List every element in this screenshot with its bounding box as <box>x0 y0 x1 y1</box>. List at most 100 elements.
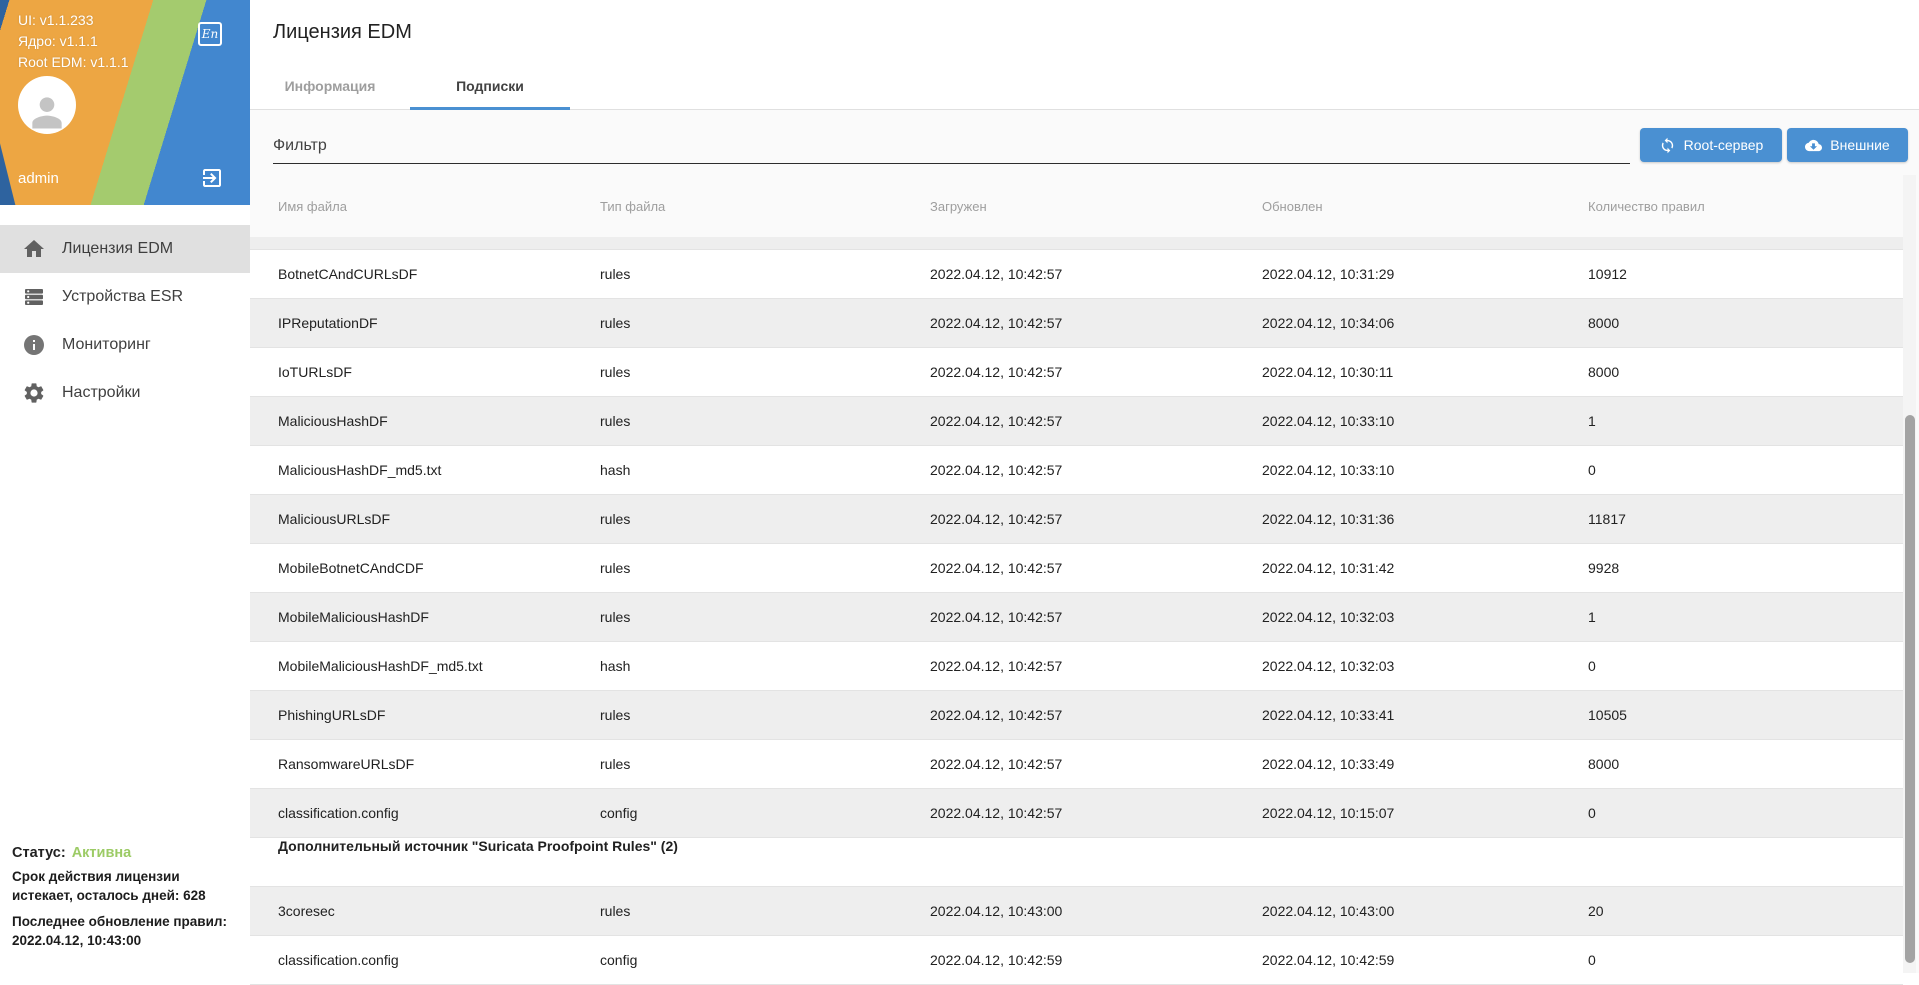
cell-type: hash <box>600 462 930 478</box>
ui-version: UI: v1.1.233 <box>18 10 129 31</box>
cell-loaded: 2022.04.12, 10:42:57 <box>930 609 1262 625</box>
cell-name: MobileBotnetCAndCDF <box>250 560 600 576</box>
cell-loaded: 2022.04.12, 10:42:57 <box>930 413 1262 429</box>
table-row[interactable]: MaliciousHashDF_md5.txthash 2022.04.12, 1… <box>250 446 1903 495</box>
status-line: Статус: Активна <box>12 845 230 861</box>
cell-updated: 2022.04.12, 10:32:03 <box>1262 658 1588 674</box>
version-info: UI: v1.1.233 Ядро: v1.1.1 Root EDM: v1.1… <box>18 10 129 73</box>
cell-name: MobileMaliciousHashDF_md5.txt <box>250 658 600 674</box>
top-bar: Лицензия EDM Информация Подписки <box>250 0 1919 110</box>
table-row[interactable]: PhishingURLsDFrules2022.04.12, 10:42:572… <box>250 691 1903 740</box>
cell-type: rules <box>600 266 930 282</box>
logout-icon <box>200 166 224 190</box>
external-button[interactable]: Внешние <box>1787 128 1908 162</box>
cell-type: config <box>600 805 930 821</box>
cell-count: 20 <box>1588 903 1903 919</box>
sidebar-item-license-edm[interactable]: Лицензия EDM <box>0 225 250 273</box>
cell-updated: 2022.04.12, 10:33:10 <box>1262 462 1588 478</box>
cell-name: MaliciousHashDF_md5.txt <box>250 462 600 478</box>
cell-count: 10912 <box>1588 266 1903 282</box>
cell-count: 0 <box>1588 462 1903 478</box>
language-switch-icon[interactable]: En <box>198 22 222 46</box>
cell-updated: 2022.04.12, 10:33:49 <box>1262 756 1588 772</box>
table-row[interactable]: MobileBotnetCAndCDFrules2022.04.12, 10:4… <box>250 544 1903 593</box>
table-row[interactable]: MobileMaliciousHashDF_md5.txthash 2022.04… <box>250 642 1903 691</box>
sidebar-item-monitoring[interactable]: Мониторинг <box>0 321 250 369</box>
table-row[interactable]: MaliciousHashDFrules2022.04.12, 10:42:57… <box>250 397 1903 446</box>
table-row[interactable]: classification.configconfig2022.04.12, 1… <box>250 789 1903 838</box>
logout-button[interactable] <box>200 166 224 190</box>
root-server-button[interactable]: Root-сервер <box>1640 128 1782 162</box>
cell-name: MaliciousHashDF <box>250 413 600 429</box>
core-version: Ядро: v1.1.1 <box>18 31 129 52</box>
table-row[interactable]: classification.configconfig2022.04.12, 1… <box>250 936 1903 985</box>
sidebar: UI: v1.1.233 Ядро: v1.1.1 Root EDM: v1.1… <box>0 0 250 973</box>
table-row[interactable]: RansomwareURLsDFrules2022.04.12, 10:42:5… <box>250 740 1903 789</box>
table-row[interactable]: IoTURLsDFrules2022.04.12, 10:42:572022.0… <box>250 348 1903 397</box>
tabs: Информация Подписки <box>250 62 570 110</box>
cell-updated: 2022.04.12, 10:43:00 <box>1262 903 1588 919</box>
sidebar-item-devices-esr[interactable]: Устройства ESR <box>0 273 250 321</box>
table-row[interactable]: IPReputationDFrules2022.04.12, 10:42:572… <box>250 299 1903 348</box>
cell-name: MobileMaliciousHashDF <box>250 609 600 625</box>
status-label: Статус: <box>12 845 66 861</box>
cell-loaded: 2022.04.12, 10:42:57 <box>930 560 1262 576</box>
sidebar-item-label: Лицензия EDM <box>62 240 173 258</box>
cell-count: 0 <box>1588 805 1903 821</box>
cell-count: 9928 <box>1588 560 1903 576</box>
cell-count: 8000 <box>1588 315 1903 331</box>
scrollbar-thumb[interactable] <box>1905 415 1915 963</box>
cell-updated: 2022.04.12, 10:42:59 <box>1262 952 1588 968</box>
table-row[interactable]: BotnetCAndCURLsDFrules2022.04.12, 10:42:… <box>250 250 1903 299</box>
username-label: admin <box>18 170 59 187</box>
tab-label: Информация <box>285 78 376 94</box>
page-title: Лицензия EDM <box>273 21 412 44</box>
cell-name: RansomwareURLsDF <box>250 756 600 772</box>
table-row[interactable]: 3coresecrules2022.04.12, 10:43:002022.04… <box>250 887 1903 936</box>
cell-name: classification.config <box>250 952 600 968</box>
cell-loaded: 2022.04.12, 10:43:00 <box>930 903 1262 919</box>
sidebar-item-label: Мониторинг <box>62 336 151 354</box>
button-label: Root-сервер <box>1684 137 1764 153</box>
cell-type: hash <box>600 658 930 674</box>
cell-loaded: 2022.04.12, 10:42:57 <box>930 315 1262 331</box>
table-row[interactable]: MaliciousURLsDFrules2022.04.12, 10:42:57… <box>250 495 1903 544</box>
filter-bar: Root-сервер Внешние <box>250 110 1919 175</box>
table-row[interactable]: MobileMaliciousHashDFrules2022.04.12, 10… <box>250 593 1903 642</box>
sidebar-item-label: Устройства ESR <box>62 288 183 306</box>
column-header-updated: Обновлен <box>1262 199 1588 214</box>
info-icon <box>22 333 46 357</box>
sidebar-item-settings[interactable]: Настройки <box>0 369 250 417</box>
tab-information[interactable]: Информация <box>250 62 410 110</box>
cell-name: classification.config <box>250 805 600 821</box>
section-header-label: Дополнительный источник "Suricata Proofp… <box>250 838 678 886</box>
cell-updated: 2022.04.12, 10:33:41 <box>1262 707 1588 723</box>
cell-name: IPReputationDF <box>250 315 600 331</box>
cell-name: 3coresec <box>250 903 600 919</box>
cell-name: PhishingURLsDF <box>250 707 600 723</box>
tab-label: Подписки <box>456 78 524 94</box>
cell-loaded: 2022.04.12, 10:42:57 <box>930 756 1262 772</box>
cell-loaded: 2022.04.12, 10:42:57 <box>930 707 1262 723</box>
cell-name: IoTURLsDF <box>250 364 600 380</box>
column-header-filetype: Тип файла <box>600 199 930 214</box>
filter-input[interactable] <box>273 128 1630 164</box>
cell-type: rules <box>600 364 930 380</box>
cell-type: rules <box>600 707 930 723</box>
cell-type: rules <box>600 903 930 919</box>
cell-type: rules <box>600 511 930 527</box>
button-label: Внешние <box>1830 137 1889 153</box>
cell-name: MaliciousURLsDF <box>250 511 600 527</box>
cell-updated: 2022.04.12, 10:31:29 <box>1262 266 1588 282</box>
cell-name: BotnetCAndCURLsDF <box>250 266 600 282</box>
cell-type: rules <box>600 413 930 429</box>
cell-type: config <box>600 952 930 968</box>
cell-loaded: 2022.04.12, 10:42:59 <box>930 952 1262 968</box>
status-badge: Активна <box>72 845 131 861</box>
cell-count: 10505 <box>1588 707 1903 723</box>
cell-type: rules <box>600 609 930 625</box>
avatar <box>18 76 76 134</box>
cell-updated: 2022.04.12, 10:31:42 <box>1262 560 1588 576</box>
tab-subscriptions[interactable]: Подписки <box>410 62 570 110</box>
cell-type: rules <box>600 756 930 772</box>
